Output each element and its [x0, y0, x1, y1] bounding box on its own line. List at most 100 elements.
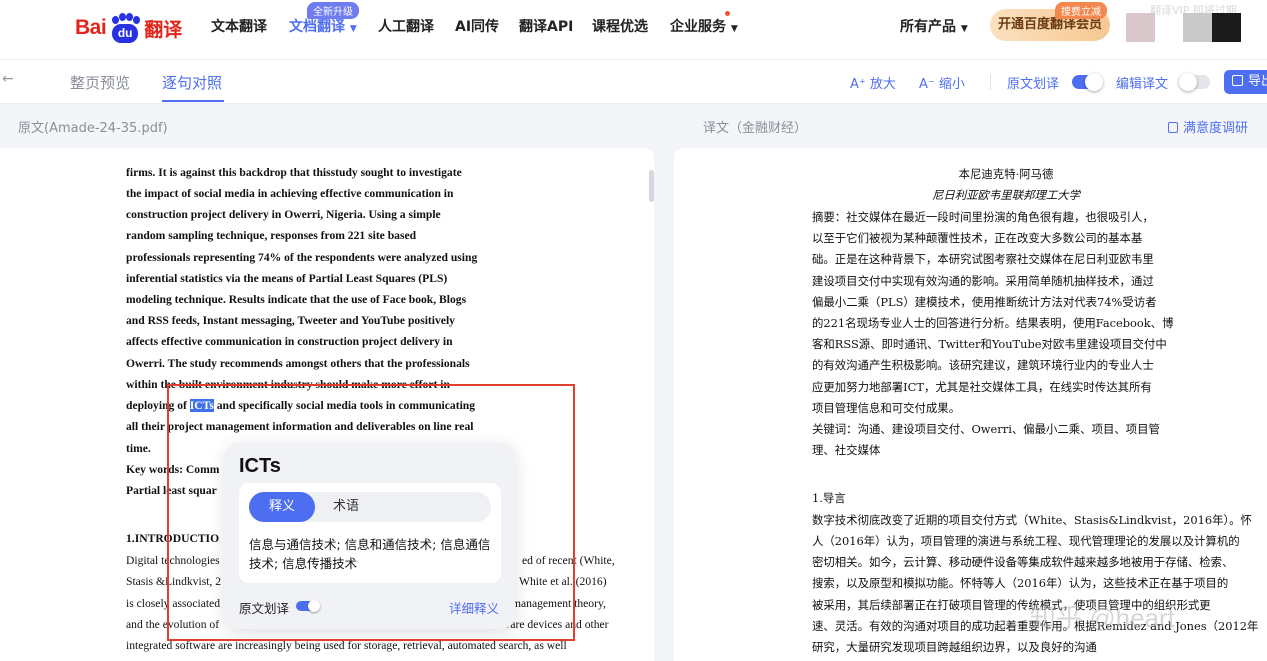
source-line[interactable]: modeling technique. Results indicate tha… [126, 293, 466, 306]
panel-headers: 原文(Amade-24-35.pdf) 译文（金融财经） 满意度调研 [0, 104, 1267, 148]
popup-highlight-toggle[interactable] [296, 600, 320, 612]
avatar[interactable] [1126, 13, 1155, 42]
source-line[interactable]: and RSS feeds, Instant messaging, Tweete… [126, 314, 455, 327]
popup-card: 释义 术语 信息与通信技术; 信息和通信技术; 信息通信技术; 信息传播技术 [239, 483, 501, 583]
survey-icon [1168, 122, 1178, 133]
target-affiliation[interactable]: 尼日利亚欧韦里联邦理工大学 [812, 187, 1200, 203]
zoom-out-button[interactable]: A⁻ 缩小 [919, 73, 965, 92]
source-line[interactable]: Owerri. The study recommends amongst oth… [126, 357, 470, 370]
tab-sentence-compare[interactable]: 逐句对照 [162, 72, 222, 93]
back-arrow-icon[interactable]: ← [2, 71, 14, 87]
source-line[interactable]: all their project management information… [126, 420, 473, 433]
target-line[interactable]: 摘要：社交媒体在最近一段时间里扮演的角色很有趣，也很吸引人， [812, 209, 1154, 225]
nav-enterprise[interactable]: 企业服务 ▼ [670, 16, 738, 36]
target-line[interactable]: 应更加努力地部署ICT，尤其是社交媒体工具，在线实时传达其所有 [812, 379, 1152, 395]
feedback-survey-link[interactable]: 满意度调研 [1168, 117, 1248, 136]
feedback-survey-label: 满意度调研 [1183, 121, 1249, 136]
notification-dot [725, 11, 730, 16]
source-line[interactable]: professionals representing 74% of the re… [126, 251, 477, 264]
toolbar-divider [990, 74, 991, 90]
target-line[interactable]: 人（2016年）认为，项目管理的演进与系统工程、现代管理理论的发展以及计算机的 [812, 533, 1240, 549]
source-line[interactable]: Digital technologies [126, 554, 220, 567]
edit-translation-toggle[interactable] [1179, 73, 1210, 91]
target-language-label: 译文（金融财经） [703, 121, 808, 136]
source-line[interactable]: ed of recent (White, [522, 554, 615, 567]
nav-courses[interactable]: 课程优选 [592, 16, 648, 36]
source-line[interactable]: management theory, [512, 597, 606, 610]
source-line[interactable]: the impact of social media in achieving … [126, 187, 453, 200]
tab-full-page-preview[interactable]: 整页预览 [70, 72, 130, 93]
nav-text-translate[interactable]: 文本翻译 [211, 16, 267, 36]
chevron-down-icon: ▼ [730, 24, 738, 34]
export-button[interactable]: 导出 [1224, 70, 1267, 94]
tab-definition[interactable]: 释义 [249, 492, 315, 522]
nav-ai-interpret[interactable]: AI同传 [455, 16, 499, 36]
target-line[interactable]: 以至于它们被视为某种颠覆性技术，正在改变大多数公司的基本基 [812, 230, 1142, 246]
target-line[interactable]: 的有效沟通产生积极影响。该研究建议，建筑环境行业内的专业人士 [812, 357, 1154, 373]
target-heading-intro[interactable]: 1.导言 [812, 490, 846, 506]
nav-translate-api[interactable]: 翻译API [519, 16, 573, 36]
tab-terminology[interactable]: 术语 [333, 492, 359, 522]
logo-fanyi: 翻译 [144, 18, 183, 41]
target-line[interactable]: 研究，大量研究发现项目跨越组织边界，以及良好的沟通 [812, 639, 1097, 655]
source-line[interactable]: Partial least squar [126, 484, 217, 497]
export-icon [1232, 75, 1243, 86]
source-line[interactable]: Stasis &Lindkvist, 2 [126, 575, 221, 588]
source-line[interactable]: firms. It is against this backdrop that … [126, 166, 462, 179]
app-root: Bai du 翻译 全新升级 文本翻译 文档翻译 ▼ 人工翻译 AI同传 翻译A… [0, 0, 1267, 661]
popup-highlight-label: 原文划译 [239, 601, 290, 616]
source-line[interactable]: White et al. (2016) [519, 575, 607, 588]
source-line[interactable]: random sampling technique, responses fro… [126, 229, 416, 242]
orig-highlight-label: 原文划译 [1007, 77, 1060, 92]
all-products-label: 所有产品 [900, 19, 956, 35]
doc-toolbar: ← 整页预览 逐句对照 A⁺ 放大 A⁻ 缩小 原文划译 编辑译文 导出 [0, 60, 1267, 104]
user-menu-blurred-dark[interactable] [1212, 13, 1241, 42]
target-line[interactable]: 础。正是在这种背景下，本研究试图考察社交媒体在尼日利亚欧韦里 [812, 251, 1154, 267]
source-line-icts[interactable]: deploying of ICTs and specifically socia… [126, 399, 475, 412]
nav-doc-translate-label: 文档翻译 [289, 19, 345, 35]
popup-definition: 信息与通信技术; 信息和通信技术; 信息通信技术; 信息传播技术 [249, 537, 491, 571]
paw-icon: du [108, 13, 142, 43]
source-line[interactable]: ware devices and other [502, 618, 609, 631]
target-line[interactable]: 关键词：沟通、建设项目交付、Owerri、偏最小二乘、项目、项目管 [812, 421, 1160, 437]
target-line[interactable]: 偏最小二乘（PLS）建模技术，使用推断统计方法对代表74%受访者 [812, 294, 1157, 310]
all-products-menu[interactable]: 所有产品 ▼ [900, 16, 968, 36]
source-line[interactable]: is closely associated [126, 597, 220, 610]
source-line[interactable]: inferential statistics via the means of … [126, 272, 447, 285]
selected-term-icts[interactable]: ICTs [189, 399, 214, 412]
source-scrollbar[interactable] [649, 170, 654, 202]
source-file-name: 原文(Amade-24-35.pdf) [18, 121, 168, 136]
target-line[interactable]: 密切相关。如今，云计算、移动硬件设备等集成软件越来越多地被用于存储、检索、 [812, 554, 1233, 570]
popup-term: ICTs [239, 455, 281, 477]
popup-detail-link[interactable]: 详细释义 [449, 598, 499, 617]
target-author[interactable]: 本尼迪克特·阿马德 [812, 166, 1200, 182]
baidu-translate-logo[interactable]: Bai du 翻译 [75, 8, 182, 48]
source-line[interactable]: and the evolution of [126, 618, 219, 631]
active-tab-underline [162, 100, 224, 102]
target-line[interactable]: 的221名现场专业人士的回答进行分析。结果表明，使用Facebook、博 [812, 315, 1173, 331]
source-line[interactable]: time. [126, 442, 151, 455]
source-line[interactable]: construction project delivery in Owerri,… [126, 208, 441, 221]
edit-translation-label: 编辑译文 [1116, 77, 1169, 92]
word-lookup-popup: ICTs 释义 术语 信息与通信技术; 信息和通信技术; 信息通信技术; 信息传… [225, 443, 515, 629]
target-line[interactable]: 客和RSS源、即时通讯、Twitter和YouTube对欧韦里建设项目交付中 [812, 336, 1167, 352]
source-line[interactable]: affects effective communication in const… [126, 335, 453, 348]
target-line[interactable]: 项目管理信息和可交付成果。 [812, 400, 960, 416]
target-line[interactable]: 理、社交媒体 [812, 442, 880, 458]
source-line[interactable]: within the built environment industry sh… [126, 378, 450, 391]
source-line[interactable]: integrated software are increasingly bei… [126, 639, 567, 652]
target-line[interactable]: 建设项目交付中实现有效沟通的影响。采用简单随机抽样技术，通过 [812, 273, 1154, 289]
orig-highlight-toggle[interactable] [1072, 73, 1103, 91]
export-label: 导出 [1248, 74, 1267, 89]
source-line[interactable]: Key words: Comm [126, 463, 219, 476]
target-line[interactable]: 搜索，以及原型和模拟功能。怀特等人（2016年）认为，这些技术正在基于项目的 [812, 575, 1228, 591]
target-line[interactable]: 数字技术彻底改变了近期的项目交付方式（White、Stasis&Lindkvis… [812, 512, 1252, 528]
source-heading-intro[interactable]: 1.INTRODUCTIO [126, 532, 219, 545]
popup-tab-bar: 释义 术语 [249, 492, 491, 522]
nav-doc-translate[interactable]: 文档翻译 ▼ [289, 16, 357, 36]
user-menu-blurred[interactable] [1183, 13, 1212, 42]
zoom-in-button[interactable]: A⁺ 放大 [850, 73, 896, 92]
discount-badge: 搜费立减 [1055, 2, 1107, 19]
nav-human-translate[interactable]: 人工翻译 [378, 16, 434, 36]
text-after: and specifically social media tools in c… [213, 399, 476, 412]
